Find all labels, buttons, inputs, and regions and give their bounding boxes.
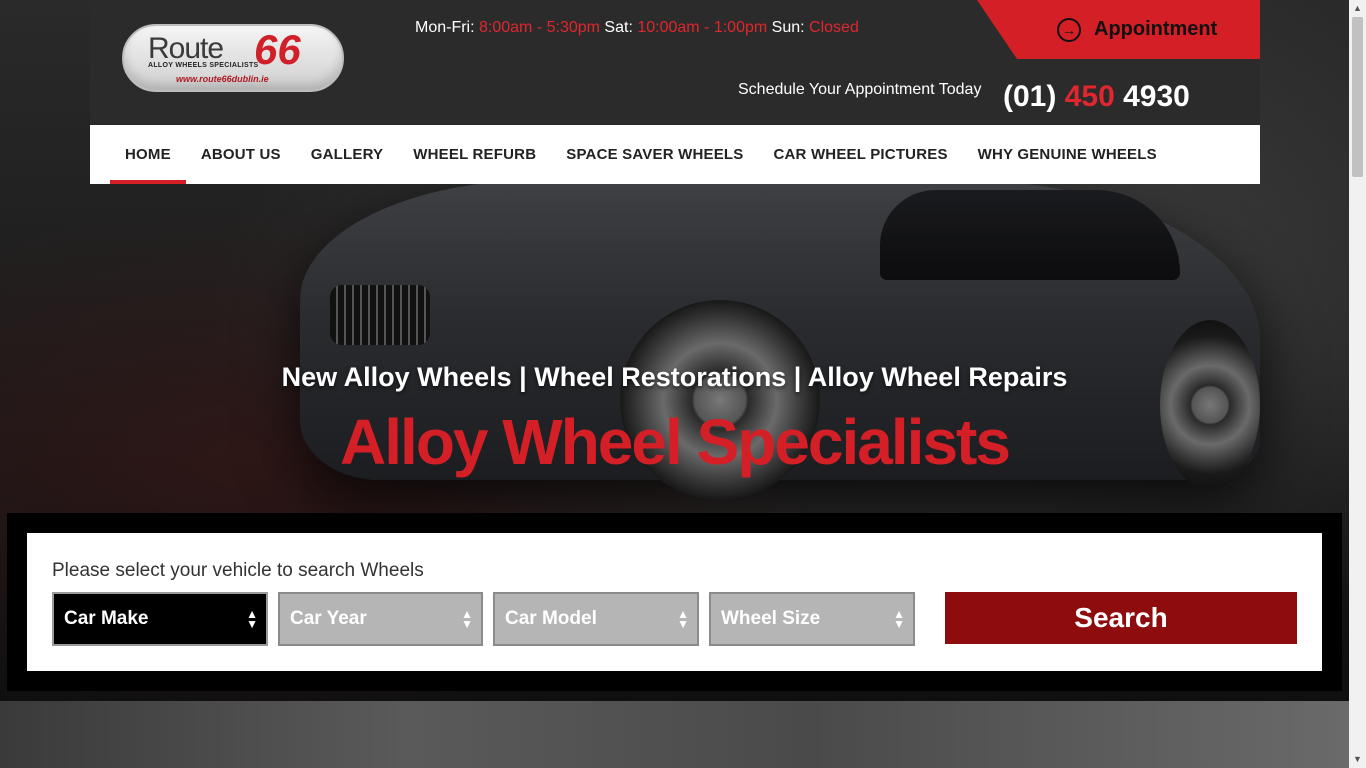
wheel-size-select[interactable]: Wheel Size ▲ ▼	[709, 592, 915, 646]
nav-item-car-wheel-pictures[interactable]: CAR WHEEL PICTURES	[758, 125, 962, 184]
hero-title: Alloy Wheel Specialists	[340, 406, 1011, 478]
hours-weekday-time: 8:00am - 5:30pm	[479, 19, 600, 36]
site-header: Route 66 ALLOY WHEELS SPECIALISTS www.ro…	[90, 0, 1260, 125]
logo-subtitle: ALLOY WHEELS SPECIALISTS	[148, 62, 259, 69]
phone-prefix: 450	[1064, 80, 1115, 113]
next-section-preview	[0, 701, 1349, 768]
hours-sat-label: Sat:	[604, 19, 633, 36]
car-model-select[interactable]: Car Model ▲ ▼	[493, 592, 699, 646]
nav-item-gallery[interactable]: GALLERY	[296, 125, 399, 184]
logo-name: Route	[148, 32, 224, 65]
appointment-label: Appointment	[1094, 18, 1218, 40]
phone-number[interactable]: (01) 450 4930	[1003, 80, 1190, 114]
hours-weekday-label: Mon-Fri:	[415, 19, 475, 36]
hero-tagline: New Alloy Wheels | Wheel Restorations | …	[281, 362, 1068, 392]
nav-item-home[interactable]: HOME	[110, 125, 186, 184]
nav-item-about-us[interactable]: ABOUT US	[186, 125, 296, 184]
logo-url: www.route66dublin.ie	[176, 74, 269, 84]
main-nav: HOME ABOUT US GALLERY WHEEL REFURB SPACE…	[90, 125, 1260, 184]
car-make-select[interactable]: Car Make ▲ ▼	[52, 592, 268, 646]
hours-sat-time: 10:00am - 1:00pm	[637, 19, 768, 36]
hours-sun-label: Sun:	[771, 19, 805, 36]
nav-item-wheel-refurb[interactable]: WHEEL REFURB	[398, 125, 551, 184]
select-arrows-icon: ▲ ▼	[246, 607, 258, 631]
search-prompt: Please select your vehicle to search Whe…	[52, 560, 424, 581]
scroll-thumb[interactable]	[1352, 17, 1363, 177]
phone-area-code: (01)	[1003, 80, 1057, 113]
nav-item-space-saver-wheels[interactable]: SPACE SAVER WHEELS	[551, 125, 758, 184]
search-button[interactable]: Search	[945, 592, 1297, 644]
wheel-size-label: Wheel Size	[721, 608, 821, 629]
search-form: Please select your vehicle to search Whe…	[27, 533, 1322, 671]
car-year-select[interactable]: Car Year ▲ ▼	[278, 592, 483, 646]
car-grille	[330, 285, 430, 345]
search-panel: Please select your vehicle to search Whe…	[7, 513, 1342, 691]
nav-item-why-genuine-wheels[interactable]: WHY GENUINE WHEELS	[963, 125, 1172, 184]
select-arrows-icon: ▲ ▼	[461, 607, 473, 631]
scroll-down-icon[interactable]: ▼	[1349, 751, 1366, 768]
car-year-label: Car Year	[290, 608, 367, 629]
logo-number: 66	[254, 26, 301, 73]
phone-line: 4930	[1123, 80, 1190, 113]
car-model-label: Car Model	[505, 608, 597, 629]
site-logo[interactable]: Route 66 ALLOY WHEELS SPECIALISTS www.ro…	[122, 24, 344, 92]
car-make-label: Car Make	[64, 608, 149, 629]
schedule-text: Schedule Your Appointment Today	[738, 81, 982, 98]
opening-hours: Mon-Fri: 8:00am - 5:30pm Sat: 10:00am - …	[415, 19, 859, 37]
arrow-right-circle-icon: →	[1057, 17, 1081, 42]
hours-sun-time: Closed	[809, 19, 859, 36]
car-window	[880, 190, 1180, 280]
appointment-button[interactable]: → Appointment	[977, 0, 1260, 59]
select-arrows-icon: ▲ ▼	[893, 607, 905, 631]
page-scrollbar[interactable]: ▲ ▼	[1349, 0, 1366, 768]
select-arrows-icon: ▲ ▼	[677, 607, 689, 631]
scroll-up-icon[interactable]: ▲	[1349, 0, 1366, 17]
